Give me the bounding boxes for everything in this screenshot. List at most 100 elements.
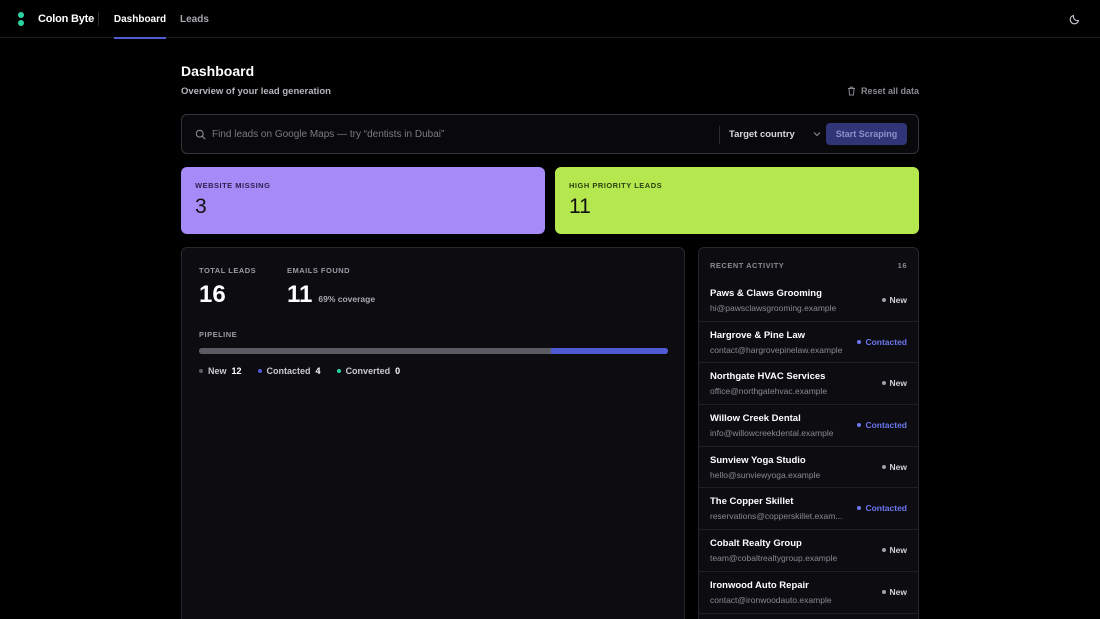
pipeline-segment-contacted [550,348,668,354]
status-dot [881,589,886,594]
lead-email: hi@pawsclawsgrooming.example [710,303,837,313]
status-badge: Contacted [857,337,907,347]
lead-name: Northgate HVAC Services [710,371,826,383]
emails-found-value: 11 [287,281,313,308]
status-badge: Contacted [857,503,907,513]
status-badge: New [881,295,907,305]
legend-label: Converted [345,366,391,376]
website-missing-card[interactable]: WEBSITE MISSING 3 [181,167,545,234]
lead-email: contact@ironwoodauto.example [710,594,832,605]
nav-divider [98,12,99,26]
target-country-label: Target country [729,128,795,140]
status-dot [881,464,886,469]
status-dot [881,548,886,553]
lead-email: contact@hargrovepinelaw.example [710,344,843,355]
activity-row[interactable]: Willow Creek Dental info@willowcreekdenta… [699,405,918,447]
status-badge: New [881,378,907,389]
tab-dashboard[interactable]: Dashboard [114,0,166,39]
lead-name: Ironwood Auto Repair [710,579,809,591]
search-bar: Target country Start Scraping [181,114,919,154]
chevron-down-icon [813,132,821,137]
status-label: New [889,461,907,472]
activity-list: Paws & Claws Grooming hi@pawsclawsgroomin… [699,280,918,614]
status-badge: New [881,586,907,597]
lead-name: Paws & Claws Grooming [710,288,822,299]
high-priority-leads-card[interactable]: HIGH PRIORITY LEADS 11 [555,167,919,234]
status-badge: New [881,461,907,472]
status-label: Contacted [865,420,907,431]
status-badge: Contacted [857,420,907,430]
activity-row[interactable]: Ironwood Auto Repair contact@ironwoodauto… [699,572,918,614]
legend-count: 12 [231,366,242,376]
emails-found-label: EMAILS FOUND [287,266,351,275]
legend-item-converted: Converted 0 [336,366,401,376]
tab-leads[interactable]: Leads [180,0,209,38]
activity-count: 16 [897,261,907,270]
legend-item-contacted: Contacted 4 [257,366,321,376]
logo-icon [14,10,26,28]
lead-email: reservations@copperskillet.exam... [710,511,843,522]
lead-email: team@cobaltrealtygroup.example [710,553,838,564]
pipeline-label: PIPELINE [199,330,238,339]
search-input[interactable] [212,123,712,145]
status-label: Contacted [865,336,907,347]
legend-dot [257,369,262,373]
legend-count: 0 [395,366,401,376]
status-label: New [889,295,907,305]
legend-dot [336,369,341,373]
reset-all-data-button[interactable]: Reset all data [847,86,919,96]
recent-activity-panel: RECENT ACTIVITY 16 Paws & Claws Grooming… [698,247,919,619]
legend-count: 4 [315,366,321,376]
search-icon [195,129,206,140]
trash-icon [847,86,855,96]
status-dot [881,298,886,302]
activity-row[interactable]: The Copper Skillet reservations@copperski… [699,488,918,531]
lead-email: info@willowcreekdental.example [710,428,834,439]
page-title: Dashboard [181,63,255,79]
activity-row[interactable]: Hargrove & Pine Law contact@hargrovepinel… [699,322,918,364]
status-dot [857,506,862,511]
activity-row[interactable]: Sunview Yoga Studio hello@sunviewyoga.exa… [699,447,918,489]
overview-panel: TOTAL LEADS 16 EMAILS FOUND 11 69% cover… [181,247,685,619]
status-label: Contacted [865,503,907,514]
search-divider [719,126,720,144]
total-leads-stat: TOTAL LEADS 16 [199,266,256,309]
status-label: New [889,545,907,556]
activity-row[interactable]: Northgate HVAC Services office@northgateh… [699,363,918,406]
top-nav-bar: Colon Byte Dashboard Leads [0,0,1100,39]
activity-row[interactable]: Paws & Claws Grooming hi@pawsclawsgroomin… [699,280,918,322]
legend-label: New [208,366,227,376]
legend-label: Contacted [266,366,311,376]
status-dot [857,339,862,344]
status-label: New [889,586,907,597]
reset-label: Reset all data [860,86,919,96]
page-subtitle: Overview of your lead generation [181,86,331,97]
card-value: 11 [569,195,591,218]
lead-email: office@northgatehvac.example [710,386,828,397]
lead-name: Sunview Yoga Studio [710,454,806,466]
status-label: New [889,378,907,389]
lead-name: Cobalt Realty Group [710,538,802,550]
target-country-select[interactable]: Target country [729,123,821,145]
activity-header: RECENT ACTIVITY 16 [710,261,907,270]
brand[interactable]: Colon Byte [14,10,94,28]
moon-icon[interactable] [1068,12,1082,26]
pipeline-segment-new [199,348,551,354]
status-dot [857,423,862,428]
coverage-text: 69% coverage [318,294,376,304]
pipeline-bar [199,348,668,354]
legend-dot [199,369,203,373]
pipeline-legend: New 12 Contacted 4 Converted 0 [199,366,400,376]
total-leads-label: TOTAL LEADS [199,266,257,275]
legend-item-new: New 12 [199,366,242,376]
start-scraping-button[interactable]: Start Scraping [826,123,907,145]
total-leads-value: 16 [199,281,226,308]
status-dot [881,381,886,386]
app-name: Colon Byte [38,13,95,25]
card-label: WEBSITE MISSING [195,181,271,190]
activity-row[interactable]: Cobalt Realty Group team@cobaltrealtygrou… [699,530,918,572]
card-value: 3 [195,195,207,218]
activity-title: RECENT ACTIVITY [710,261,785,270]
emails-found-stat: EMAILS FOUND 11 69% coverage [287,266,375,309]
lead-email: hello@sunviewyoga.example [710,469,821,480]
